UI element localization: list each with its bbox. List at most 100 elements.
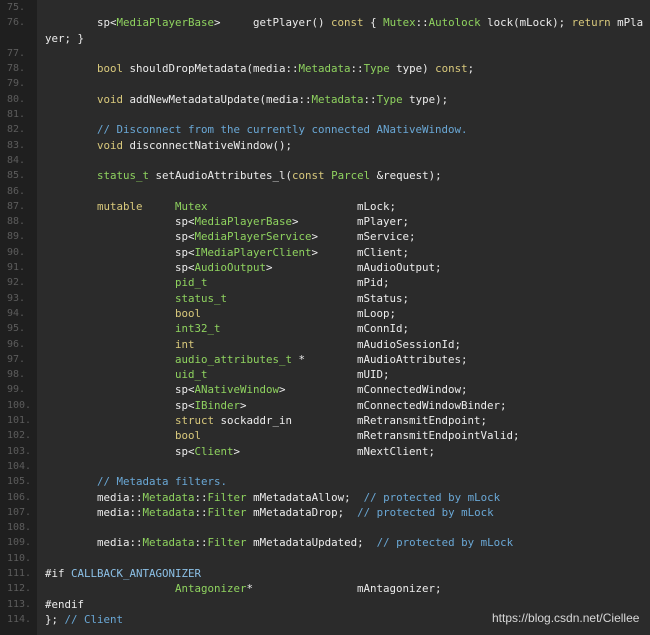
code-line[interactable]: 83. void disconnectNativeWindow();: [0, 138, 650, 153]
code-line[interactable]: 76. sp<MediaPlayerBase> getPlayer() const…: [0, 15, 650, 30]
code-line[interactable]: 96. int mAudioSessionId;: [0, 337, 650, 352]
code-line[interactable]: 108.: [0, 520, 650, 535]
code-line[interactable]: 103. sp<Client> mNextClient;: [0, 444, 650, 459]
code-line[interactable]: 80. void addNewMetadataUpdate(media::Meta…: [0, 92, 650, 107]
code-line[interactable]: 82. // Disconnect from the currently conn…: [0, 122, 650, 137]
code-line[interactable]: 84.: [0, 153, 650, 168]
code-line[interactable]: 113. #endif: [0, 597, 650, 612]
type-token: status_t: [97, 169, 150, 183]
code-line[interactable]: 97. audio_attributes_t * mAudioAttributes;: [0, 352, 650, 367]
type-token: Type: [363, 62, 390, 76]
code-line[interactable]: 91. sp<AudioOutput> mAudioOutput;: [0, 260, 650, 275]
code-cell: media::Metadata::Filter mMetadataUpdated…: [97, 536, 514, 550]
line-number: 93.: [7, 292, 26, 304]
code-line[interactable]: 111. #if CALLBACK_ANTAGONIZER: [0, 566, 650, 581]
code-line[interactable]: 107. media::Metadata::Filter mMetadataDro…: [0, 505, 650, 520]
type-token: Type: [376, 92, 403, 106]
code-cell: mAudioAttributes;: [357, 352, 468, 366]
line-text: // Metadata filters.: [45, 474, 227, 489]
line-number: 107.: [7, 506, 32, 518]
code-line[interactable]: 109. media::Metadata::Filter mMetadataUpd…: [0, 535, 650, 550]
line-number: 111.: [7, 567, 32, 579]
line-number: 110.: [7, 552, 32, 564]
type-token: int32_t: [175, 322, 221, 336]
code-line[interactable]: 77.: [0, 46, 650, 61]
line-text: }; // Client: [45, 612, 123, 627]
line-text: media::Metadata::Filter mMetadataDrop; /…: [45, 505, 494, 520]
code-cell: sp<IMediaPlayerClient>: [175, 245, 319, 259]
keyword-token: bool: [175, 306, 202, 320]
comment-token: // Metadata filters.: [97, 475, 228, 489]
line-number: 100.: [7, 399, 32, 411]
code-line[interactable]: 112. Antagonizer* mAntagonizer;: [0, 581, 650, 596]
line-number: 114.: [7, 613, 32, 625]
code-line[interactable]: 90. sp<IMediaPlayerClient> mClient;: [0, 245, 650, 260]
code-cell: mService;: [357, 230, 416, 244]
keyword-token: void: [97, 138, 124, 152]
code-line[interactable]: 95. int32_t mConnId;: [0, 321, 650, 336]
type-token: audio_attributes_t: [175, 352, 293, 366]
type-token: ANativeWindow: [194, 383, 280, 397]
keyword-token: const: [435, 62, 468, 76]
code-line[interactable]: yer; }: [0, 31, 650, 46]
line-text: yer; }: [45, 31, 84, 46]
code-cell: mPid;: [357, 276, 390, 290]
code-cell: mRetransmitEndpointValid;: [357, 429, 520, 443]
line-number: 78.: [7, 63, 26, 75]
code-line[interactable]: 104.: [0, 459, 650, 474]
code-editor[interactable]: 75. 76. sp<MediaPlayerBase> getPlayer() co…: [0, 0, 650, 627]
code-cell: audio_attributes_t *: [175, 352, 306, 366]
code-line[interactable]: 101. struct sockaddr_in mRetransmitEndpoin…: [0, 413, 650, 428]
line-number: 81.: [7, 109, 26, 121]
keyword-token: const: [331, 16, 364, 30]
code-line[interactable]: 98. uid_t mUID;: [0, 367, 650, 382]
code-cell: Mutex: [175, 199, 357, 214]
code-line[interactable]: 100. sp<IBinder> mConnectedWindowBinder;: [0, 398, 650, 413]
code-cell: // Disconnect from the currently connect…: [97, 122, 468, 137]
code-cell: bool shouldDropMetadata(media::Metadata:…: [97, 62, 475, 76]
code-line[interactable]: 86.: [0, 184, 650, 199]
code-line[interactable]: 89. sp<MediaPlayerService> mService;: [0, 229, 650, 244]
macro-token: CALLBACK_ANTAGONIZER: [71, 566, 202, 580]
line-text: sp<AudioOutput> mAudioOutput;: [45, 260, 442, 275]
code-line[interactable]: 81.: [0, 107, 650, 122]
keyword-token: return: [571, 16, 611, 30]
code-line[interactable]: 105. // Metadata filters.: [0, 474, 650, 489]
code-line[interactable]: 93. status_t mStatus;: [0, 291, 650, 306]
code-line[interactable]: 99. sp<ANativeWindow> mConnectedWindow;: [0, 382, 650, 397]
line-text: pid_t mPid;: [45, 275, 390, 290]
keyword-token: bool: [97, 62, 124, 76]
code-line[interactable]: 106. media::Metadata::Filter mMetadataAll…: [0, 490, 650, 505]
code-line[interactable]: 92. pid_t mPid;: [0, 275, 650, 290]
code-line[interactable]: 79.: [0, 76, 650, 91]
line-text: bool mLoop;: [45, 306, 396, 321]
line-text: sp<MediaPlayerBase> getPlayer() const { …: [45, 15, 643, 30]
comment-token: // protected by mLock: [357, 505, 494, 519]
line-text: bool mRetransmitEndpointValid;: [45, 428, 520, 443]
code-cell: mClient;: [357, 245, 410, 259]
line-number: 103.: [7, 445, 32, 457]
type-token: status_t: [175, 291, 228, 305]
line-text: sp<ANativeWindow> mConnectedWindow;: [45, 382, 468, 397]
line-text: // Disconnect from the currently connect…: [45, 122, 468, 137]
type-token: Metadata: [142, 536, 195, 550]
code-cell: sp<MediaPlayerBase>: [175, 215, 299, 229]
code-line[interactable]: 110.: [0, 551, 650, 566]
line-number: 88.: [7, 216, 26, 228]
code-line[interactable]: 87. mutable Mutex mLock;: [0, 199, 650, 214]
code-line[interactable]: 75.: [0, 0, 650, 15]
line-text: status_t setAudioAttributes_l(const Parc…: [45, 168, 442, 183]
code-line[interactable]: 78. bool shouldDropMetadata(media::Metada…: [0, 61, 650, 76]
line-number: 87.: [7, 200, 26, 212]
code-cell: mAudioOutput;: [357, 261, 442, 275]
code-line[interactable]: 94. bool mLoop;: [0, 306, 650, 321]
code-line[interactable]: 88. sp<MediaPlayerBase> mPlayer;: [0, 214, 650, 229]
code-cell: sp<AudioOutput>: [175, 261, 273, 275]
code-cell: bool: [175, 306, 357, 321]
type-token: MediaPlayerBase: [194, 215, 293, 229]
line-number: 89.: [7, 231, 26, 243]
code-cell: mAudioSessionId;: [357, 337, 462, 351]
code-line[interactable]: 102. bool mRetransmitEndpointValid;: [0, 428, 650, 443]
code-line[interactable]: 85. status_t setAudioAttributes_l(const P…: [0, 168, 650, 183]
type-token: AudioOutput: [194, 261, 267, 275]
